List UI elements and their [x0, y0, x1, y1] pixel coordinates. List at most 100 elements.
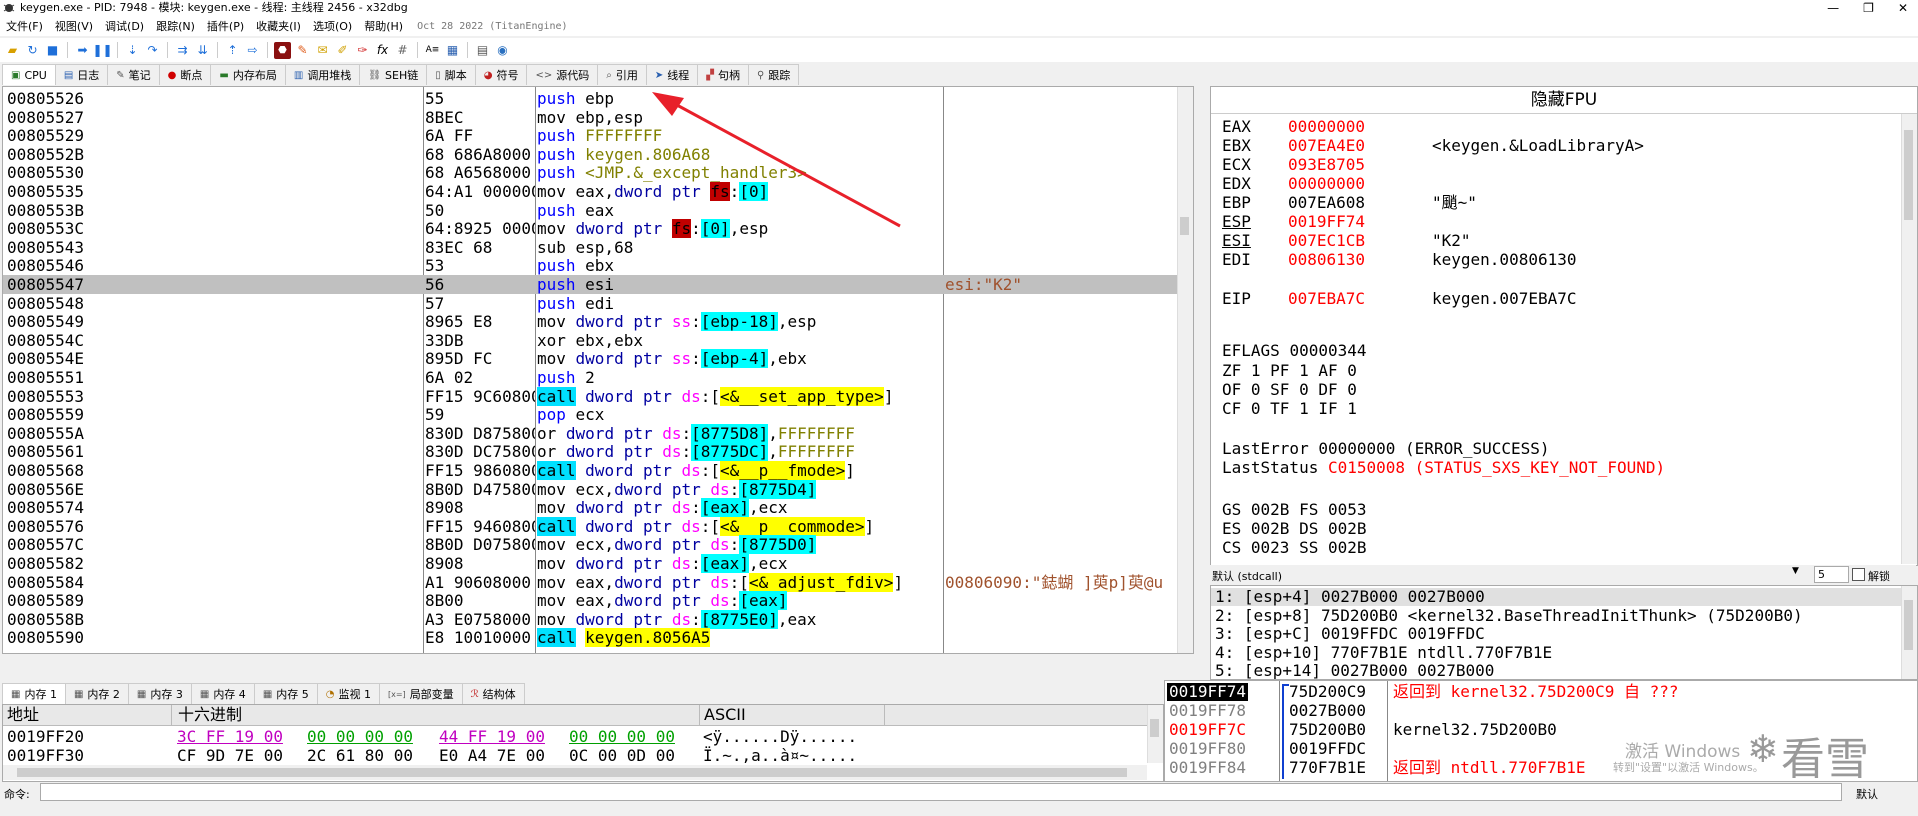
unlock-checkbox[interactable]: [1852, 568, 1865, 581]
chevron-down-icon[interactable]: ▼: [1792, 566, 1799, 576]
disasm-row[interactable]: 00805559 59 pop ecx: [3, 405, 1193, 424]
disasm-row[interactable]: 0080553B 50 push eax: [3, 201, 1193, 220]
disasm-row[interactable]: 0080558B A3 E0758000 mov dword ptr ds:[877…: [3, 609, 1193, 629]
tab-dump-2[interactable]: ▦ 内存 2: [64, 683, 129, 704]
calculator-icon[interactable]: ▦: [444, 42, 461, 59]
tab-source[interactable]: <> 源代码: [526, 64, 599, 85]
bookmarks-icon[interactable]: ✑: [354, 42, 371, 59]
disasm-row[interactable]: 00805548 57 push edi: [3, 294, 1193, 313]
laststatus-label[interactable]: LastStatus: [1222, 458, 1318, 477]
register-value[interactable]: 007EA608: [1288, 193, 1365, 212]
tab-call-stack[interactable]: ▥ 调用堆栈: [284, 64, 361, 85]
disasm-row[interactable]: 00805576 FF15 94608000call dword ptr ds:[…: [3, 516, 1193, 536]
dump-hex-group[interactable]: 0C 00 0D 00: [569, 746, 675, 765]
disasm-row[interactable]: 00805530 68 A6568000 push <JMP.&_except_ha…: [3, 163, 1193, 182]
menu-options[interactable]: 选项(O): [307, 18, 358, 34]
disasm-row[interactable]: 00805584 A1 90608000 mov eax,dword ptr ds:…: [3, 572, 1193, 592]
trace-into-icon[interactable]: ⇉: [174, 42, 191, 59]
dump-scrollbar[interactable]: [1147, 705, 1163, 763]
run-icon[interactable]: ➡: [74, 42, 91, 59]
register-value[interactable]: 00806130: [1288, 250, 1365, 269]
register-row[interactable]: EBX 007EA4E0 <keygen.&LoadLibraryA>: [1222, 136, 1902, 155]
stack-value[interactable]: 0019FFDC: [1289, 740, 1366, 758]
tab-breakpoints[interactable]: ● 断点: [158, 64, 212, 85]
tab-symbols[interactable]: ◕ 符号: [474, 64, 528, 85]
register-value[interactable]: 007EC1CB: [1288, 231, 1365, 250]
disasm-row[interactable]: 00805561 830D DC758000 FFor dword ptr ds:…: [3, 442, 1193, 462]
command-mode-select[interactable]: 默认: [1856, 786, 1878, 802]
tab-locals[interactable]: [x=] 局部变量: [379, 683, 463, 704]
register-row[interactable]: ESI 007EC1CB "K2": [1222, 231, 1902, 250]
tab-cpu[interactable]: ▣ CPU: [2, 64, 56, 85]
disasm-row[interactable]: 00805582 8908 mov dword ptr ds:[eax],ecx: [3, 554, 1193, 573]
strings-icon[interactable]: A≡: [424, 42, 441, 59]
disasm-row[interactable]: 00805549 8965 E8 mov dword ptr ss:[ebp-18]…: [3, 312, 1193, 332]
patch-icon[interactable]: ✎: [294, 42, 311, 59]
disasm-row[interactable]: 0080553564:A1 00000000mov eax,dword ptr …: [3, 182, 1193, 201]
register-row[interactable]: ESP 0019FF74: [1222, 212, 1902, 231]
open-icon[interactable]: ▰: [4, 42, 21, 59]
register-row[interactable]: EDX 00000000: [1222, 174, 1902, 193]
register-row[interactable]: EDI 00806130 keygen.00806130: [1222, 250, 1902, 269]
stack-address[interactable]: 0019FF78: [1167, 702, 1248, 720]
arg-count-spinner[interactable]: 5: [1814, 566, 1849, 583]
menu-trace[interactable]: 跟踪(N): [150, 18, 201, 34]
disasm-row[interactable]: 00805546 53 push ebx: [3, 256, 1193, 275]
dump-hex-group[interactable]: E0 A4 7E 00: [439, 746, 545, 765]
menu-help[interactable]: 帮助(H): [358, 18, 409, 34]
menu-debug[interactable]: 调试(D): [99, 18, 150, 34]
stack-arguments-panel[interactable]: 1: [esp+4] 0027B000 0027B000 2: [esp+8] 7…: [1210, 585, 1918, 680]
disasm-row[interactable]: 00805527 8BEC mov ebp,esp: [3, 108, 1193, 127]
stack-arg-row[interactable]: 2: [esp+8] 75D200B0 <kernel32.BaseThread…: [1215, 606, 1803, 625]
tab-dump-4[interactable]: ▦ 内存 4: [190, 683, 255, 704]
disasm-row[interactable]: 00805526 55 push ebp: [3, 89, 1193, 108]
register-row[interactable]: EAX 00000000: [1222, 117, 1902, 136]
scrollbar-thumb[interactable]: [17, 768, 1127, 777]
scrollbar-thumb[interactable]: [1904, 130, 1913, 220]
memory-dump-view[interactable]: 地址 十六进制 ASCII 0019FF20 3C FF 19 00 00 00 0…: [2, 704, 1164, 782]
tab-dump-1[interactable]: ▦ 内存 1: [2, 683, 66, 704]
disasm-scrollbar[interactable]: [1177, 87, 1193, 653]
execute-till-return-icon[interactable]: ⇡: [224, 42, 241, 59]
stack-view[interactable]: 0019FF74 75D200C9 返回到 kernel32.75D200C9 自 …: [1164, 680, 1918, 782]
stack-arg-row[interactable]: 4: [esp+10] 770F7B1E ntdll.770F7B1E: [1215, 643, 1552, 662]
maximize-button[interactable]: ❐: [1863, 0, 1874, 16]
register-value[interactable]: 00000000: [1288, 117, 1365, 136]
scylla-icon[interactable]: ⬣: [274, 41, 291, 59]
stack-value[interactable]: 770F7B1E: [1289, 759, 1366, 777]
dump-hex-group[interactable]: 00 00 00 00: [307, 727, 413, 746]
lasterror-value[interactable]: 00000000 (ERROR_SUCCESS): [1318, 439, 1549, 458]
disasm-row[interactable]: 00805551 6A 02 push 2: [3, 368, 1193, 387]
scrollbar-thumb[interactable]: [1904, 600, 1913, 650]
disasm-row[interactable]: 00805553 FF15 9C608000call dword ptr ds:[…: [3, 386, 1193, 406]
menu-view[interactable]: 视图(V): [49, 18, 99, 34]
register-value[interactable]: 0019FF74: [1288, 212, 1365, 231]
disasm-row[interactable]: 00805590 E8 10010000 call keygen.8056A5: [3, 628, 1193, 648]
tab-seh[interactable]: ⛓ SEH链: [359, 64, 428, 85]
dump-hex-group[interactable]: 00 00 00 00: [569, 727, 675, 746]
disasm-row[interactable]: 0080554E 895D FC mov dword ptr ss:[ebp-4],…: [3, 349, 1193, 369]
variables-icon[interactable]: #: [394, 42, 411, 59]
calling-convention-select[interactable]: 默认 (stdcall): [1212, 568, 1282, 584]
command-input[interactable]: [40, 783, 1842, 801]
pause-icon[interactable]: ❚❚: [92, 42, 112, 59]
disasm-row[interactable]: 0080557C 8B0D D0758000mov ecx,dword ptr d…: [3, 535, 1193, 555]
register-row[interactable]: EIP 007EBA7C keygen.007EBA7C: [1222, 289, 1902, 308]
disasm-row[interactable]: 00805589 8B00 mov eax,dword ptr ds:[eax]: [3, 591, 1193, 611]
tab-memory-map[interactable]: ▬ 内存布局: [210, 64, 286, 85]
minimize-button[interactable]: —: [1827, 0, 1839, 16]
disasm-row[interactable]: 0080552B 68 686A8000 push keygen.806A68: [3, 145, 1193, 164]
tab-dump-5[interactable]: ▦ 内存 5: [253, 683, 318, 704]
disasm-row[interactable]: 0080555A 830D D8758000 FFor dword ptr ds:…: [3, 423, 1193, 443]
menu-plugins[interactable]: 插件(P): [201, 18, 250, 34]
stack-address[interactable]: 0019FF7C: [1167, 721, 1248, 739]
disasm-row[interactable]: 00805547 56 push esi esi:"K2": [3, 275, 1193, 294]
dump-hscrollbar[interactable]: [3, 765, 1147, 780]
stack-address[interactable]: 0019FF80: [1167, 740, 1248, 758]
register-value[interactable]: 007EA4E0: [1288, 136, 1365, 155]
disasm-row[interactable]: 00805568 FF15 98608000call dword ptr ds:[…: [3, 461, 1193, 480]
disassembly-view[interactable]: 00805526 55 push ebp 00805527 8BEC mov ebp,es…: [2, 86, 1194, 654]
register-value[interactable]: 00000000: [1288, 174, 1365, 193]
step-over-icon[interactable]: ↷: [144, 42, 161, 59]
dump-hex-group[interactable]: 2C 61 80 00: [307, 746, 413, 765]
